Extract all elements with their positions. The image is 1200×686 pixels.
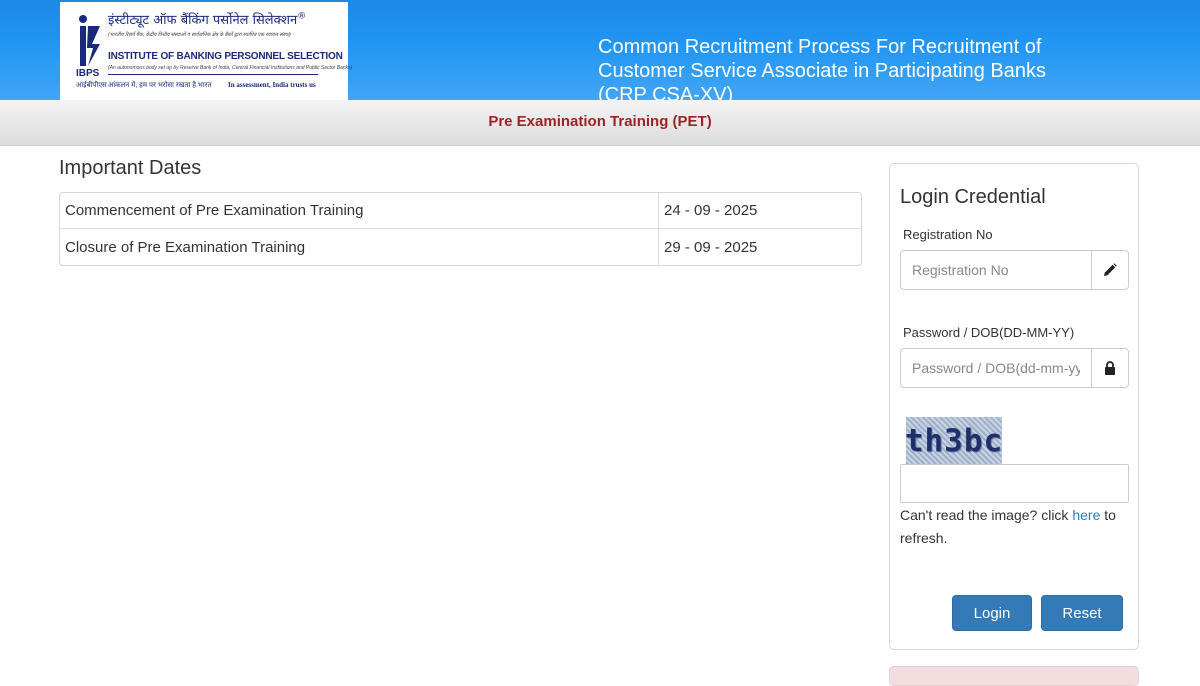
subheader-bar: Pre Examination Training (PET) <box>0 100 1200 146</box>
captcha-image: th3bc <box>906 417 1002 464</box>
registration-label: Registration No <box>903 227 993 242</box>
logo-divider <box>108 74 318 75</box>
login-panel: Login Credential Registration No Passwor… <box>889 163 1139 650</box>
logo-tagline-hindi: आंकलन में, हम पर भरोसा रखता है भारत <box>108 82 212 89</box>
registration-input[interactable] <box>901 251 1091 289</box>
pencil-icon <box>1091 251 1128 289</box>
captcha-input[interactable] <box>900 464 1129 503</box>
password-input[interactable] <box>901 349 1091 387</box>
captcha-text: th3bc <box>906 422 1002 459</box>
captcha-help-prefix: Can't read the image? click <box>900 507 1073 523</box>
page-header: IBPS आईबीपीएस इंस्टीट्यूट ऑफ बैंकिंग पर्… <box>0 0 1200 106</box>
page-title: Common Recruitment Process For Recruitme… <box>598 36 1046 106</box>
registered-mark: ® <box>297 11 307 22</box>
login-title: Login Credential <box>900 186 1046 208</box>
password-input-group <box>900 348 1129 388</box>
alert-box <box>889 666 1139 686</box>
logo-hindi-subtitle: (भारतीय रिज़र्व बैंक, केंद्रीय वित्तीय स… <box>108 32 291 38</box>
table-row: Commencement of Pre Examination Training… <box>60 193 861 229</box>
ibps-logo-icon <box>79 15 100 66</box>
password-label: Password / DOB(DD-MM-YY) <box>903 325 1075 340</box>
logo-abbreviation-hindi: आईबीपीएस <box>76 82 107 89</box>
logo-hindi-title: इंस्टीट्यूट ऑफ बैंकिंग पर्सोनेल सिलेक्शन… <box>108 11 307 28</box>
captcha-help-text: Can't read the image? click here to refr… <box>900 504 1129 550</box>
login-button[interactable]: Login <box>952 595 1032 631</box>
logo-english-title: INSTITUTE OF BANKING PERSONNEL SELECTION <box>108 51 343 62</box>
reset-button[interactable]: Reset <box>1041 595 1123 631</box>
logo-abbreviation: IBPS <box>76 68 100 79</box>
important-dates-table: Commencement of Pre Examination Training… <box>59 192 862 266</box>
table-row: Closure of Pre Examination Training 29 -… <box>60 229 861 265</box>
logo-tagline-english: In assessment, India trusts us <box>228 81 316 89</box>
lock-icon <box>1091 349 1128 387</box>
registration-input-group <box>900 250 1129 290</box>
date-label: Closure of Pre Examination Training <box>65 238 306 256</box>
captcha-refresh-link[interactable]: here <box>1072 507 1100 523</box>
date-value: 24 - 09 - 2025 <box>658 193 861 229</box>
important-dates-heading: Important Dates <box>59 157 202 179</box>
date-value: 29 - 09 - 2025 <box>658 229 861 265</box>
subheader-title: Pre Examination Training (PET) <box>488 113 712 130</box>
ibps-logo[interactable]: IBPS आईबीपीएस इंस्टीट्यूट ऑफ बैंकिंग पर्… <box>60 2 352 100</box>
logo-english-subtitle: (An autonomous body set up by Reserve Ba… <box>108 65 353 71</box>
date-label: Commencement of Pre Examination Training <box>60 193 658 229</box>
